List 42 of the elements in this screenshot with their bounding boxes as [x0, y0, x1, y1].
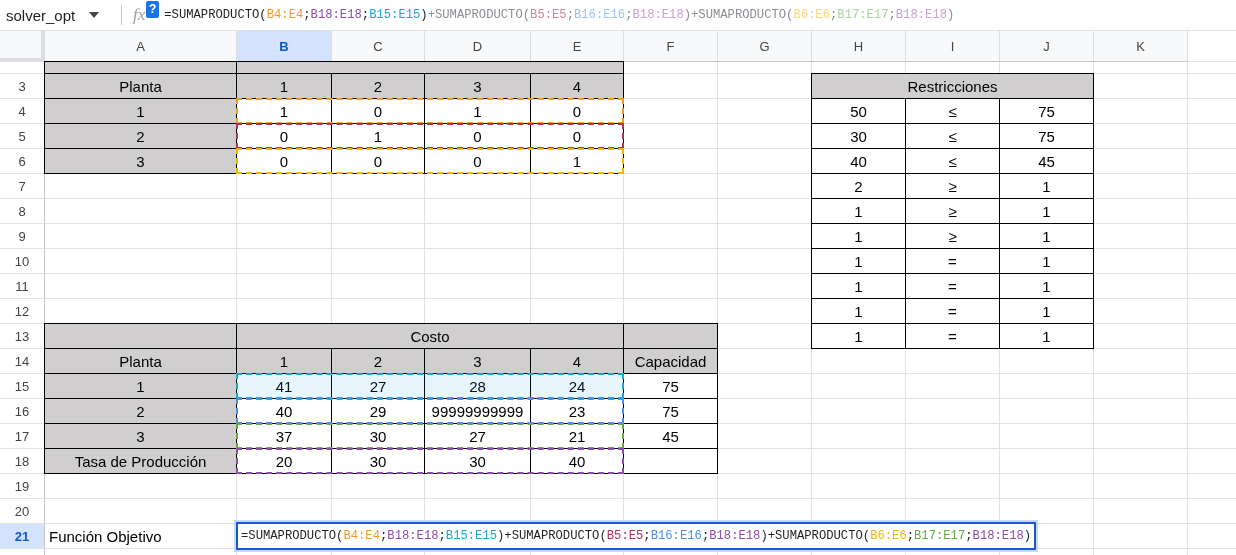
table-cell: 1	[999, 323, 1094, 349]
table-header-cell: 2	[44, 123, 237, 149]
column-header[interactable]: D	[425, 31, 531, 62]
table-header-cell: 1	[44, 373, 237, 399]
table-cell: 1	[811, 323, 906, 349]
table-header-cell: 3	[44, 148, 237, 174]
column-header[interactable]: J	[1000, 31, 1094, 62]
column-header[interactable]: B	[237, 31, 332, 62]
select-all-corner[interactable]	[0, 31, 45, 62]
cell-text: Función Objetivo	[48, 527, 163, 547]
table-header-cell: Restricciones	[811, 73, 1094, 99]
caret-icon	[89, 12, 100, 18]
table-header-cell: 1	[44, 98, 237, 124]
table-header-cell: 4	[530, 348, 624, 374]
name-box[interactable]: solver_opt	[0, 6, 107, 24]
table-header-cell: Capacidad	[623, 348, 718, 374]
help-badge[interactable]: ?	[146, 0, 160, 18]
table-header-cell: Costo	[236, 323, 624, 349]
column-header[interactable]: C	[332, 31, 425, 62]
column-header[interactable]: A	[45, 31, 237, 62]
formula-editor[interactable]: =SUMAPRODUCTO(B4:E4;B18:E18;B15:E15)+SUMAPRODUCTO(B5:E5;B16:E16;B18:E18)+SUMAPRODUCTO(B6:E6;B17:E17;B18:E18)	[236, 522, 1037, 550]
table-header-cell: 1	[236, 348, 332, 374]
column-header[interactable]: K	[1094, 31, 1188, 62]
table-header-cell: 3	[424, 348, 531, 374]
table-header-cell: Planta	[44, 73, 237, 99]
column-header[interactable]: E	[531, 31, 624, 62]
column-header[interactable]: I	[906, 31, 1000, 62]
table-header-cell: 2	[331, 348, 425, 374]
table-header-cell: Planta	[44, 348, 237, 374]
table-header-cell: 3	[424, 73, 531, 99]
column-header[interactable]: G	[718, 31, 812, 62]
table-header-cell: 1	[236, 73, 332, 99]
table-header-cell: Tasa de Producción	[44, 448, 237, 474]
column-header[interactable]: H	[812, 31, 906, 62]
table-header-cell: 2	[44, 398, 237, 424]
row-header[interactable]: 21	[0, 524, 45, 549]
table-header-cell: 4	[530, 73, 624, 99]
function-label: fx	[133, 5, 146, 25]
column-header[interactable]: F	[624, 31, 718, 62]
table-header-cell: 2	[331, 73, 425, 99]
table-header-cell: 3	[44, 423, 237, 449]
formula-bar[interactable]: =SUMAPRODUCTO(B4:E4;B18:E18;B15:E15)+SUMAPRODUCTO(B5:E5;B16:E16;B18:E18)+SUMAPRODUCTO(B6:E6;B17:E17;B18:E18)	[164, 8, 955, 22]
